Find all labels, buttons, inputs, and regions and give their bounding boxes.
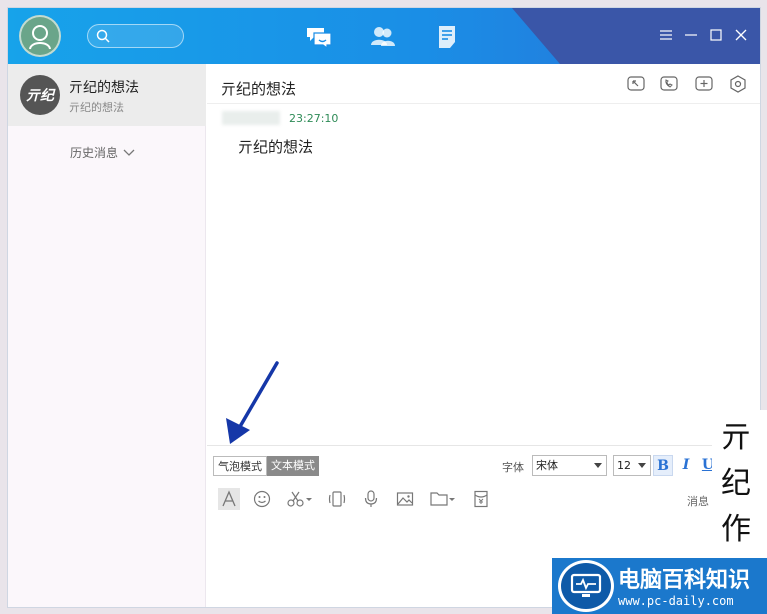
font-size-select[interactable]: 12 <box>613 455 651 476</box>
notes-icon <box>439 26 455 48</box>
logo-emblem <box>558 560 614 612</box>
screen-share-button[interactable] <box>627 75 645 93</box>
dropdown-arrow-icon <box>638 463 646 468</box>
maximize-button[interactable] <box>708 27 724 43</box>
dropdown-arrow-icon <box>594 463 602 468</box>
chat-window: 亓纪 亓纪的想法 亓纪的想法 历史消息 亓纪的想法 23:27:10 亓纪的想法… <box>7 7 761 608</box>
message-record-button[interactable]: 消息 <box>687 493 709 509</box>
add-icon <box>695 76 713 91</box>
search-icon <box>96 29 110 43</box>
font-family-select[interactable]: 宋体 <box>532 455 607 476</box>
font-icon <box>222 490 236 507</box>
maximize-icon <box>710 29 722 41</box>
settings-icon <box>730 75 746 93</box>
message-text: 亓纪的想法 <box>238 138 314 156</box>
red-packet-icon <box>474 490 488 508</box>
chevron-down-icon <box>123 149 135 156</box>
voice-call-button[interactable] <box>660 75 678 93</box>
microphone-icon <box>364 490 378 507</box>
emoji-icon <box>253 490 271 508</box>
logo-title: 电脑百科知识 <box>618 568 751 593</box>
nav-messages-tab[interactable] <box>304 23 334 51</box>
search-input[interactable] <box>87 24 184 48</box>
font-size-value: 12 <box>617 459 631 472</box>
shake-window-button[interactable] <box>326 488 348 510</box>
add-member-button[interactable] <box>695 75 713 93</box>
italic-button[interactable]: I <box>676 455 696 476</box>
font-label: 字体 <box>502 461 524 474</box>
watermark-signature: 亓纪作 <box>721 420 751 547</box>
shake-icon <box>328 491 346 507</box>
title-bar <box>8 8 760 64</box>
conversation-sidebar: 亓纪 亓纪的想法 亓纪的想法 历史消息 <box>8 64 206 607</box>
contact-last-message: 亓纪的想法 <box>69 101 124 114</box>
contacts-icon <box>371 27 395 46</box>
settings-button[interactable] <box>729 75 747 93</box>
conversation-item[interactable]: 亓纪 亓纪的想法 亓纪的想法 <box>8 64 206 126</box>
history-messages-button[interactable]: 历史消息 <box>70 144 135 161</box>
text-mode-button[interactable]: 文本模式 <box>267 456 319 476</box>
site-logo: 电脑百科知识 www.pc-daily.com <box>552 558 767 614</box>
bold-button[interactable]: B <box>653 455 673 476</box>
menu-button[interactable] <box>658 27 674 43</box>
bubble-mode-button[interactable]: 气泡模式 <box>213 456 267 476</box>
image-icon <box>396 492 414 506</box>
close-icon <box>735 29 747 41</box>
nav-notes-tab[interactable] <box>433 23 463 51</box>
menu-icon <box>660 30 672 40</box>
send-file-button[interactable] <box>428 488 458 510</box>
scissors-icon <box>287 491 312 507</box>
red-packet-button[interactable] <box>470 488 492 510</box>
screen-share-icon <box>627 76 645 91</box>
chat-title: 亓纪的想法 <box>221 80 297 98</box>
voice-message-button[interactable] <box>360 488 382 510</box>
user-avatar-icon <box>29 25 51 50</box>
phone-icon <box>660 76 678 91</box>
header-divider <box>207 103 760 104</box>
message-sender-blurred <box>222 111 280 125</box>
nav-contacts-tab[interactable] <box>368 23 398 51</box>
send-image-button[interactable] <box>394 488 416 510</box>
contact-name: 亓纪的想法 <box>69 80 139 96</box>
font-style-button[interactable] <box>218 488 240 510</box>
minimize-icon <box>685 34 697 36</box>
contact-avatar: 亓纪 <box>20 75 60 115</box>
history-label: 历史消息 <box>70 146 119 160</box>
annotation-arrow <box>226 361 279 444</box>
message-time: 23:27:10 <box>289 112 339 125</box>
monitor-icon <box>570 573 602 597</box>
close-button[interactable] <box>733 27 749 43</box>
input-divider <box>207 445 760 446</box>
font-family-value: 宋体 <box>536 459 558 472</box>
message-icon <box>307 28 332 49</box>
minimize-button[interactable] <box>683 27 699 43</box>
folder-icon <box>430 492 455 506</box>
emoji-button[interactable] <box>251 488 273 510</box>
user-avatar[interactable] <box>19 15 61 57</box>
screenshot-button[interactable] <box>285 488 315 510</box>
logo-url: www.pc-daily.com <box>618 594 734 608</box>
display-mode-switch: 气泡模式 文本模式 <box>213 456 319 476</box>
